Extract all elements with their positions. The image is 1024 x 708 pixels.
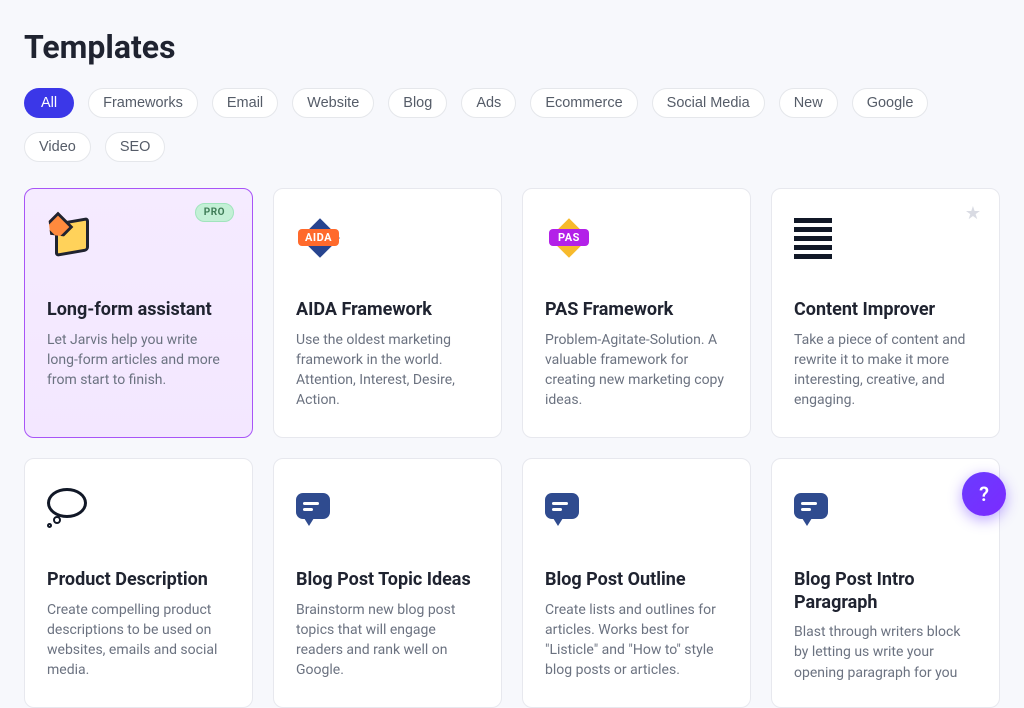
filter-seo[interactable]: SEO xyxy=(105,132,166,162)
card-title: AIDA Framework xyxy=(296,299,479,322)
filter-website[interactable]: Website xyxy=(292,88,374,118)
pro-badge: PRO xyxy=(195,203,234,222)
help-button[interactable]: ? xyxy=(962,472,1006,516)
card-desc: Create lists and outlines for articles. … xyxy=(545,600,728,681)
card-pas-framework[interactable]: PAS PAS Framework Problem-Agitate-Soluti… xyxy=(522,188,751,438)
filter-frameworks[interactable]: Frameworks xyxy=(88,88,198,118)
card-title: Blog Post Topic Ideas xyxy=(296,569,479,592)
card-aida-framework[interactable]: AIDA AIDA Framework Use the oldest marke… xyxy=(273,188,502,438)
template-grid: PRO Long-form assistant Let Jarvis help … xyxy=(24,188,1000,708)
card-desc: Problem-Agitate-Solution. A valuable fra… xyxy=(545,330,728,411)
thought-bubble-icon xyxy=(47,481,230,535)
card-desc: Blast through writers block by letting u… xyxy=(794,622,977,683)
card-desc: Use the oldest marketing framework in th… xyxy=(296,330,479,411)
chat-icon xyxy=(296,481,479,535)
card-content-improver[interactable]: ★ Content Improver Take a piece of conte… xyxy=(771,188,1000,438)
filter-google[interactable]: Google xyxy=(852,88,929,118)
aida-icon: AIDA xyxy=(296,211,479,265)
filter-ads[interactable]: Ads xyxy=(461,88,516,118)
filter-ecommerce[interactable]: Ecommerce xyxy=(530,88,637,118)
card-desc: Take a piece of content and rewrite it t… xyxy=(794,330,977,411)
card-desc: Brainstorm new blog post topics that wil… xyxy=(296,600,479,681)
card-title: Content Improver xyxy=(794,299,977,322)
card-title: Long-form assistant xyxy=(47,299,230,322)
card-desc: Let Jarvis help you write long-form arti… xyxy=(47,330,230,391)
chat-icon xyxy=(545,481,728,535)
filter-email[interactable]: Email xyxy=(212,88,278,118)
filter-social-media[interactable]: Social Media xyxy=(652,88,765,118)
card-title: Blog Post Intro Paragraph xyxy=(794,569,977,614)
card-blog-topic-ideas[interactable]: Blog Post Topic Ideas Brainstorm new blo… xyxy=(273,458,502,708)
filter-bar: All Frameworks Email Website Blog Ads Ec… xyxy=(24,88,1000,162)
content-improver-icon xyxy=(794,211,977,265)
card-long-form-assistant[interactable]: PRO Long-form assistant Let Jarvis help … xyxy=(24,188,253,438)
card-desc: Create compelling product descriptions t… xyxy=(47,600,230,681)
pas-icon: PAS xyxy=(545,211,728,265)
filter-all[interactable]: All xyxy=(24,88,74,118)
filter-video[interactable]: Video xyxy=(24,132,91,162)
star-icon[interactable]: ★ xyxy=(965,203,981,224)
filter-new[interactable]: New xyxy=(779,88,838,118)
card-blog-outline[interactable]: Blog Post Outline Create lists and outli… xyxy=(522,458,751,708)
page-title: Templates xyxy=(24,28,1000,66)
card-product-description[interactable]: Product Description Create compelling pr… xyxy=(24,458,253,708)
filter-blog[interactable]: Blog xyxy=(388,88,447,118)
card-title: Product Description xyxy=(47,569,230,592)
card-title: Blog Post Outline xyxy=(545,569,728,592)
card-title: PAS Framework xyxy=(545,299,728,322)
chat-icon xyxy=(794,481,977,535)
